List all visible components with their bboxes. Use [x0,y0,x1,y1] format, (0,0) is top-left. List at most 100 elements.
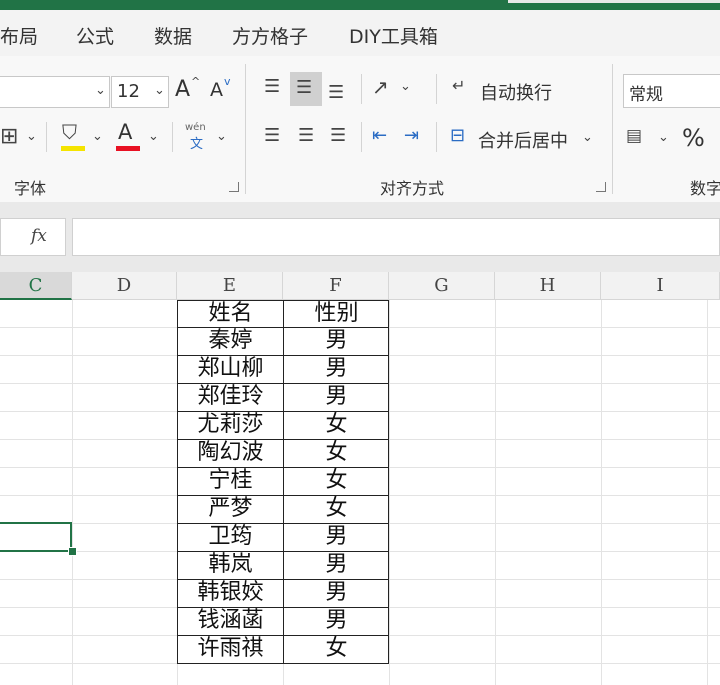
table-header-gender[interactable]: 性别 [284,301,389,328]
wrap-text-icon: ↵ [452,76,466,95]
align-bottom-icon: ☰ [328,82,345,103]
table-header-name[interactable]: 姓名 [178,301,283,328]
dialog-launcher-icon[interactable] [596,182,606,192]
increase-indent-button[interactable]: ⇥ [404,124,430,150]
grow-font-icon: A [175,77,191,102]
separator [172,122,173,152]
group-separator [245,64,246,194]
tab-fangfang-gezi[interactable]: 方方格子 [232,22,308,49]
align-bottom-button[interactable]: ☰ [326,78,352,104]
tab-diy-toolbox[interactable]: DIY工具箱 [349,22,438,49]
phonetic-guide-button[interactable]: wén 文 ⌄ [182,122,232,154]
align-center-icon: ☰ [298,125,315,146]
table-cell-name[interactable]: 钱涵菡 [178,608,283,636]
chevron-down-icon: ⌄ [400,79,411,94]
active-cell-selection[interactable] [0,522,72,552]
align-top-icon: ☰ [264,76,281,97]
table-cell-gender[interactable]: 女 [284,412,389,440]
table-cell-name[interactable]: 许雨祺 [178,636,283,664]
table-cell-gender[interactable]: 女 [284,468,389,496]
column-header-d[interactable]: D [72,272,177,300]
column-header-g[interactable]: G [389,272,495,300]
title-bar-highlight [508,0,720,3]
align-top-button[interactable]: ☰ [262,76,288,102]
merge-center-label: 合并后居中 [478,131,568,152]
dialog-launcher-icon[interactable] [229,182,239,192]
table-cell-name[interactable]: 尤莉莎 [178,412,283,440]
column-header-h[interactable]: H [495,272,601,300]
table-cell-gender[interactable]: 男 [284,608,389,636]
table-row-border [177,607,389,608]
chevron-down-icon: ⌄ [95,83,106,98]
font-size-dropdown[interactable]: 12 ⌄ [111,76,169,108]
group-label-alignment: 对齐方式 [380,179,445,198]
tab-data[interactable]: 数据 [154,22,192,49]
table-cell-gender[interactable]: 男 [284,328,389,356]
table-cell-name[interactable]: 陶幻波 [178,440,283,468]
gridline [601,300,602,685]
column-header-f[interactable]: F [283,272,389,300]
paint-bucket-icon: ⛉ [62,120,77,144]
table-cell-gender[interactable]: 女 [284,496,389,524]
separator [436,122,437,152]
shrink-font-icon: A [210,79,223,101]
merge-center-button[interactable]: ⊟ 合并后居中 ⌄ [450,122,598,154]
align-center-button[interactable]: ☰ [296,124,322,150]
insert-function-button[interactable]: fx [0,218,66,256]
table-cell-name[interactable]: 郑佳玲 [178,384,283,412]
decrease-indent-button[interactable]: ⇤ [372,124,398,150]
table-cell-name[interactable]: 郑山柳 [178,356,283,384]
table-cell-gender[interactable]: 男 [284,384,389,412]
table-cell-gender[interactable]: 女 [284,440,389,468]
accounting-icon: ▤ [626,126,643,146]
number-format-dropdown[interactable]: 常规 [623,74,720,108]
fill-color-button[interactable]: ⛉ ⌄ [58,120,108,154]
gridline [389,300,390,685]
wrap-text-button[interactable]: ↵ 自动换行 [452,76,556,106]
align-right-button[interactable]: ☰ [328,124,354,150]
table-cell-gender[interactable]: 男 [284,356,389,384]
phonetic-character-text: 文 [190,137,204,152]
table-row-border [177,411,389,412]
fill-handle[interactable] [68,547,77,556]
accounting-format-button[interactable]: ▤ ⌄ [626,122,676,154]
tab-layout[interactable]: 布局 [0,22,38,49]
table-cell-name[interactable]: 卫筠 [178,524,283,552]
borders-button[interactable]: ⊞ ⌄ [0,122,42,152]
table-cell-name[interactable]: 严梦 [178,496,283,524]
fill-color-swatch [61,146,85,151]
font-name-dropdown[interactable]: ⌄ [0,76,110,108]
wrap-text-label: 自动换行 [480,83,552,104]
grow-font-button[interactable]: A ^ [173,76,203,106]
chevron-down-icon: ⌄ [148,129,159,144]
table-cell-name[interactable]: 秦婷 [178,328,283,356]
table-cell-gender[interactable]: 男 [284,552,389,580]
font-color-icon: A [118,120,133,144]
table-row-border [177,467,389,468]
column-header-e[interactable]: E [177,272,283,300]
percent-style-button[interactable]: % [682,122,712,154]
align-left-button[interactable]: ☰ [262,124,288,150]
formula-input[interactable] [72,218,720,256]
column-header-c[interactable]: C [0,272,72,300]
table-cell-name[interactable]: 韩银姣 [178,580,283,608]
ribbon-tab-row: 布局 公式 数据 方方格子 DIY工具箱 [0,10,720,56]
column-header-i[interactable]: I [601,272,720,300]
font-color-swatch [116,146,140,151]
table-cell-name[interactable]: 宁桂 [178,468,283,496]
separator [361,122,362,152]
table-row-border [177,663,389,664]
align-middle-icon: ☰ [296,77,313,98]
table-cell-gender[interactable]: 男 [284,580,389,608]
orientation-button[interactable]: ↗ ⌄ [372,74,414,104]
tab-formulas[interactable]: 公式 [76,22,114,49]
table-cell-name[interactable]: 韩岚 [178,552,283,580]
shrink-font-button[interactable]: A v [208,76,238,106]
table-cell-gender[interactable]: 女 [284,636,389,664]
table-row-border [177,635,389,636]
gridline [707,300,708,685]
font-color-button[interactable]: A ⌄ [114,120,164,154]
align-middle-button[interactable]: ☰ [290,72,322,106]
table-row-border [177,327,389,328]
table-cell-gender[interactable]: 男 [284,524,389,552]
